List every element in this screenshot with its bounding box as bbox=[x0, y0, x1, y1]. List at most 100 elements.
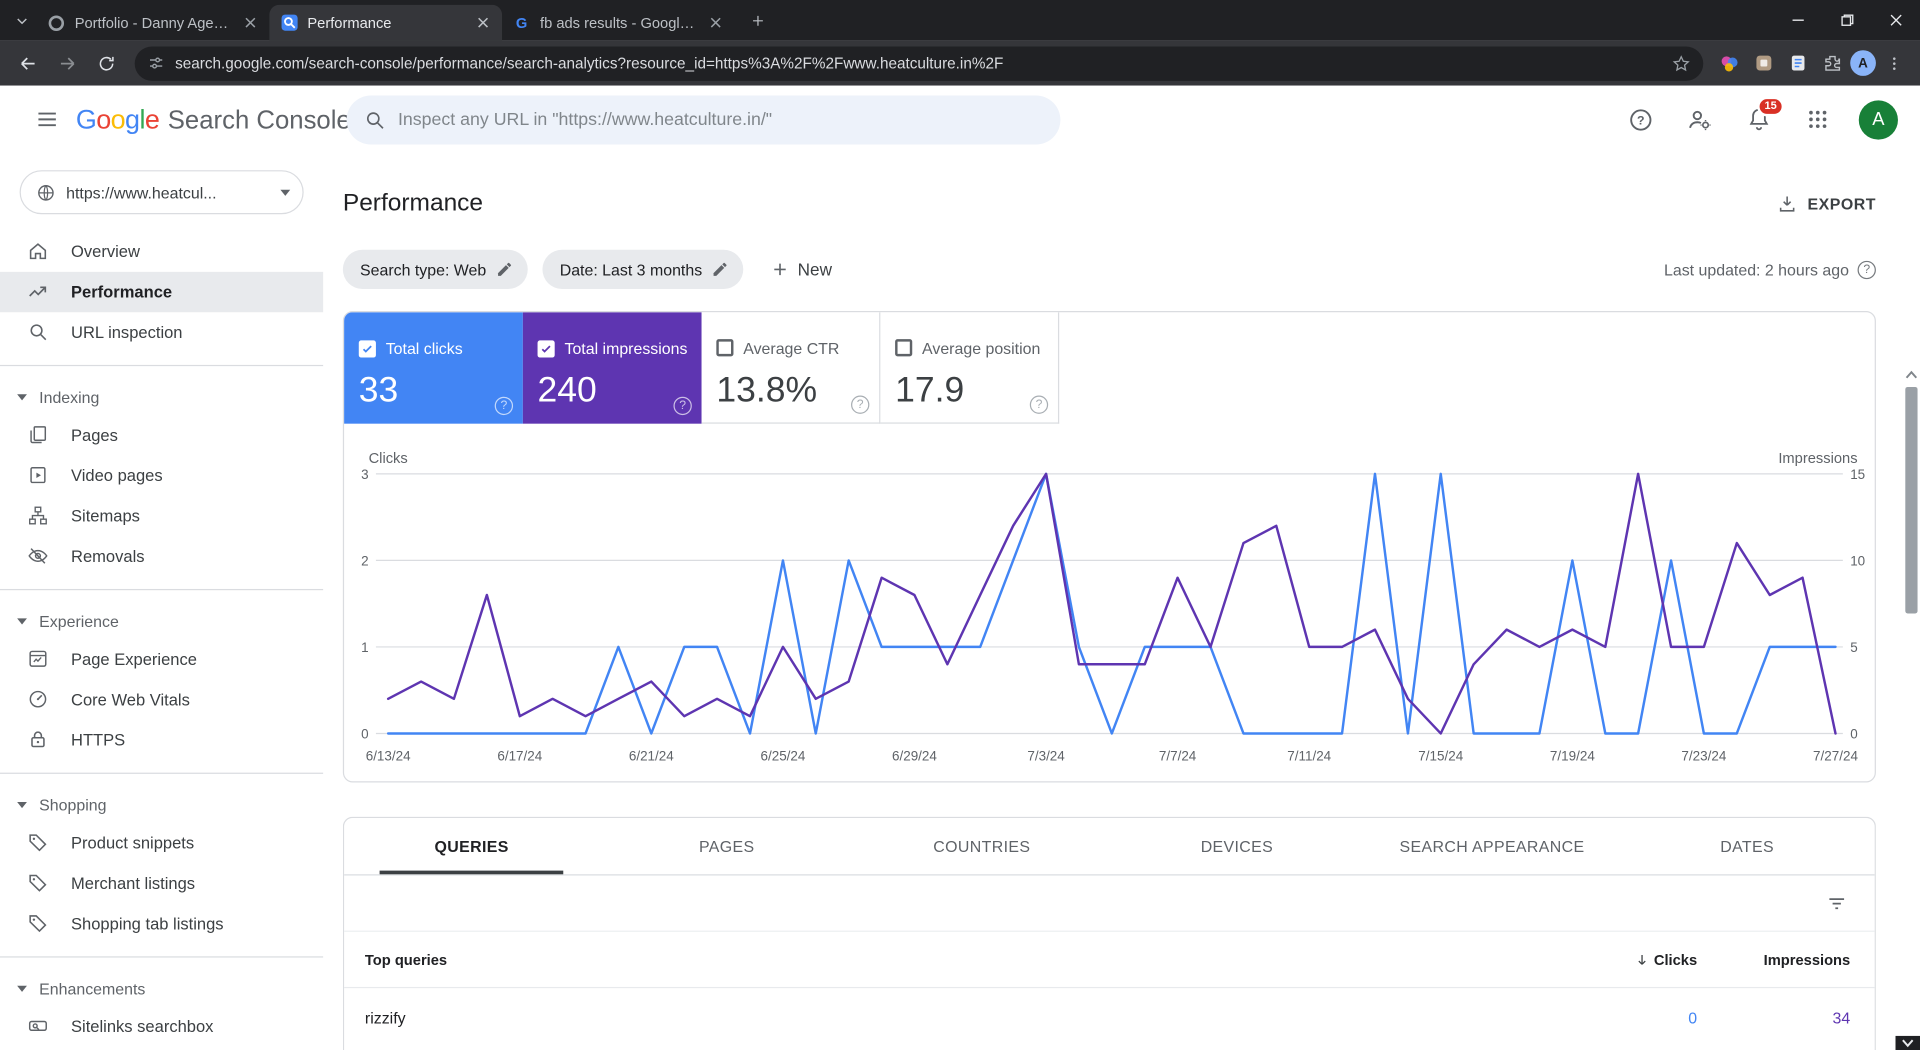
search-type-chip[interactable]: Search type: Web bbox=[342, 249, 528, 289]
eyeoff-icon bbox=[27, 544, 51, 568]
sidebar-item-sitelinks-searchbox[interactable]: Sitelinks searchbox bbox=[0, 1007, 323, 1047]
browser-tab-performance[interactable]: Performance bbox=[269, 4, 503, 41]
export-button[interactable]: EXPORT bbox=[1777, 193, 1876, 214]
tab-pages[interactable]: PAGES bbox=[599, 818, 854, 874]
sidebar-section-shopping[interactable]: Shopping bbox=[0, 786, 323, 823]
google-apps-grid-icon[interactable] bbox=[1800, 102, 1834, 136]
impressions-header[interactable]: Impressions bbox=[1764, 951, 1851, 968]
top-queries-header[interactable]: Top queries bbox=[365, 951, 1550, 968]
url-inspect-input[interactable] bbox=[397, 110, 1044, 130]
sidebar-item-label: Page Experience bbox=[71, 650, 197, 669]
extension-docs-icon[interactable] bbox=[1782, 47, 1814, 79]
google-favicon: G bbox=[515, 14, 528, 32]
help-icon[interactable]: ? bbox=[851, 395, 870, 414]
bookmark-star-icon[interactable] bbox=[1671, 53, 1691, 73]
url-bar[interactable]: search.google.com/search-console/perform… bbox=[134, 45, 1704, 81]
checkbox-icon[interactable] bbox=[358, 339, 376, 357]
tab-search-appearance[interactable]: SEARCH APPEARANCE bbox=[1364, 818, 1619, 874]
account-avatar[interactable]: A bbox=[1858, 99, 1898, 139]
help-icon[interactable]: ? bbox=[673, 396, 692, 416]
sidebar-item-url-inspection[interactable]: URL inspection bbox=[0, 312, 323, 352]
page-scrollbar[interactable] bbox=[1895, 367, 1920, 1050]
sidebar: https://www.heatcul... Overview Performan… bbox=[0, 153, 324, 1050]
window-maximize-icon[interactable] bbox=[1822, 0, 1871, 40]
sort-desc-icon bbox=[1633, 951, 1650, 968]
browser-profile-avatar[interactable]: A bbox=[1850, 50, 1876, 76]
globe-icon bbox=[36, 182, 57, 203]
svg-text:7/27/24: 7/27/24 bbox=[1813, 748, 1858, 763]
sidebar-item-removals[interactable]: Removals bbox=[0, 536, 323, 576]
tab-queries[interactable]: QUERIES bbox=[344, 818, 599, 875]
tab-countries[interactable]: COUNTRIES bbox=[854, 818, 1109, 874]
clicks-header[interactable]: Clicks bbox=[1633, 951, 1697, 968]
checkbox-icon[interactable] bbox=[895, 339, 913, 357]
date-range-chip[interactable]: Date: Last 3 months bbox=[542, 249, 744, 289]
tab-close-icon[interactable] bbox=[473, 13, 493, 33]
sidebar-item-label: Performance bbox=[71, 282, 173, 302]
total-impressions-card[interactable]: Total impressions 240 ? bbox=[522, 312, 702, 424]
help-icon[interactable]: ? bbox=[1029, 395, 1049, 414]
tag-icon bbox=[27, 871, 51, 895]
hamburger-menu-icon[interactable] bbox=[22, 95, 71, 144]
forward-icon[interactable] bbox=[49, 45, 86, 82]
sidebar-item-video-pages[interactable]: Video pages bbox=[0, 456, 323, 496]
window-minimize-icon[interactable] bbox=[1773, 0, 1822, 40]
checkbox-icon[interactable] bbox=[716, 339, 734, 357]
browser-tab-google-search[interactable]: G fb ads results - Google Search bbox=[502, 5, 735, 41]
filter-list-icon[interactable] bbox=[1826, 892, 1848, 914]
property-selector[interactable]: https://www.heatcul... bbox=[19, 170, 304, 215]
back-icon[interactable] bbox=[10, 45, 47, 82]
url-text[interactable]: search.google.com/search-console/perform… bbox=[175, 54, 1662, 71]
sidebar-divider bbox=[0, 364, 324, 367]
sidebar-item-core-web-vitals[interactable]: Core Web Vitals bbox=[0, 680, 323, 720]
sidebar-item-overview[interactable]: Overview bbox=[0, 231, 323, 271]
window-close-icon[interactable] bbox=[1871, 0, 1920, 40]
sidebar-item-https[interactable]: HTTPS bbox=[0, 720, 323, 760]
extensions-puzzle-icon[interactable] bbox=[1816, 47, 1848, 79]
svg-text:7/15/24: 7/15/24 bbox=[1418, 748, 1463, 763]
total-clicks-card[interactable]: Total clicks 33 ? bbox=[344, 312, 523, 424]
scrollbar-thumb[interactable] bbox=[1905, 386, 1918, 614]
sidebar-item-merchant-listings[interactable]: Merchant listings bbox=[0, 863, 323, 903]
sidebar-item-sitemaps[interactable]: Sitemaps bbox=[0, 496, 323, 536]
tab-dates[interactable]: DATES bbox=[1620, 818, 1875, 874]
sidebar-item-pages[interactable]: Pages bbox=[0, 415, 323, 455]
help-icon[interactable]: ? bbox=[1624, 102, 1658, 136]
product-name: Search Console bbox=[167, 105, 351, 135]
table-row[interactable]: rizzify 0 34 bbox=[344, 988, 1875, 1047]
tab-close-icon[interactable] bbox=[240, 13, 260, 33]
tab-close-icon[interactable] bbox=[705, 13, 725, 33]
extension-colorful-icon[interactable] bbox=[1713, 47, 1745, 79]
scroll-down-icon[interactable] bbox=[1895, 1035, 1920, 1050]
user-settings-icon[interactable] bbox=[1682, 102, 1716, 136]
extension-generic-icon[interactable] bbox=[1747, 47, 1779, 79]
browser-tab-portfolio[interactable]: Portfolio - Danny Agency bbox=[37, 5, 270, 41]
new-filter-label: New bbox=[797, 259, 832, 280]
sidebar-section-enhancements[interactable]: Enhancements bbox=[0, 970, 323, 1007]
sidebar-section-indexing[interactable]: Indexing bbox=[0, 378, 323, 415]
sidebar-section-experience[interactable]: Experience bbox=[0, 602, 323, 639]
site-info-icon[interactable] bbox=[147, 54, 165, 72]
sidebar-item-shopping-tab-listings[interactable]: Shopping tab listings bbox=[0, 904, 323, 944]
tab-devices[interactable]: DEVICES bbox=[1109, 818, 1364, 874]
help-icon[interactable]: ? bbox=[1857, 260, 1876, 279]
reload-icon[interactable] bbox=[88, 45, 125, 82]
new-filter-button[interactable]: New bbox=[758, 259, 844, 280]
app-logo[interactable]: Google Search Console bbox=[76, 103, 351, 135]
sidebar-divider bbox=[0, 956, 324, 958]
sidebar-item-performance[interactable]: Performance bbox=[0, 271, 324, 313]
tab-search-chevron-icon[interactable] bbox=[7, 6, 36, 35]
browser-menu-kebab-icon[interactable] bbox=[1878, 47, 1910, 79]
query-cell[interactable]: rizzify bbox=[365, 1008, 1550, 1026]
url-inspect-searchbar[interactable] bbox=[346, 95, 1061, 145]
average-position-card[interactable]: Average position 17.9 ? bbox=[880, 312, 1060, 424]
average-ctr-card[interactable]: Average CTR 13.8% ? bbox=[701, 312, 881, 424]
notifications-bell-icon[interactable]: 15 bbox=[1741, 96, 1785, 136]
svg-text:6/21/24: 6/21/24 bbox=[629, 748, 674, 763]
checkbox-icon[interactable] bbox=[537, 339, 555, 357]
new-tab-icon[interactable] bbox=[742, 5, 774, 37]
sidebar-item-product-snippets[interactable]: Product snippets bbox=[0, 823, 323, 863]
help-icon[interactable]: ? bbox=[494, 396, 514, 416]
sidebar-item-page-experience[interactable]: Page Experience bbox=[0, 639, 323, 679]
scroll-up-icon[interactable] bbox=[1903, 370, 1920, 380]
